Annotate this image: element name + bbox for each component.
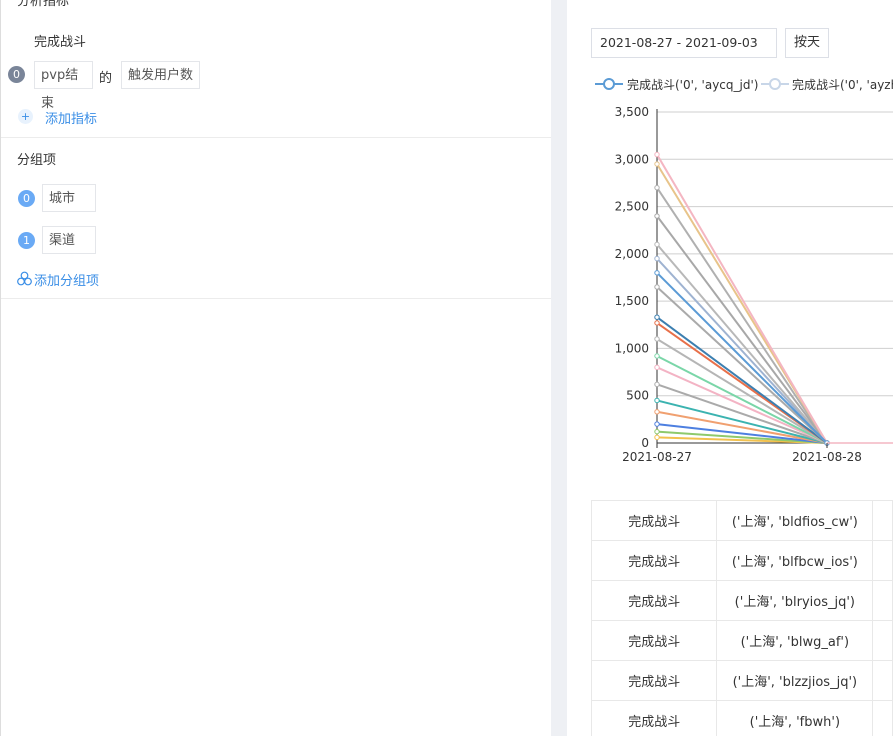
value-cell xyxy=(872,620,893,661)
value-cell xyxy=(872,540,893,581)
line-chart: 3,5003,0002,5002,0001,5001,00050002021-0… xyxy=(615,105,893,464)
group-cell: ('上海', 'blzzjios_jq') xyxy=(716,660,874,701)
group-cell: ('上海', 'fbwh') xyxy=(716,700,874,736)
table-row: 完成战斗 ('上海', 'blfbcw_ios') xyxy=(590,540,893,581)
add-metric-plus-icon[interactable]: + xyxy=(18,109,33,124)
legend-marker-icon[interactable] xyxy=(761,77,789,91)
table-row: 完成战斗 ('上海', 'bldfios_cw') xyxy=(590,500,893,541)
series-line xyxy=(656,316,828,444)
series-point xyxy=(654,161,660,167)
group-select-channel[interactable]: 渠道 xyxy=(42,226,96,254)
results-panel: 2021-08-27 - 2021-09-03 按天 完成战斗('0', 'ay… xyxy=(567,0,893,736)
metric-cell: 完成战斗 xyxy=(590,500,718,541)
x-tick-label: 2021-08-27 xyxy=(622,450,692,464)
group-section-title: 分组项 xyxy=(17,153,57,168)
table-row: 完成战斗 ('上海', 'blzzjios_jq') xyxy=(590,660,893,701)
table-row: 完成战斗 ('上海', 'blwg_af') xyxy=(590,620,893,661)
series-point xyxy=(654,364,660,371)
series-point xyxy=(654,151,660,158)
panel-gutter xyxy=(551,0,567,736)
metric-cell: 完成战斗 xyxy=(590,580,718,621)
group-cell: ('上海', 'bldfios_cw') xyxy=(716,500,874,541)
date-range-picker[interactable]: 2021-08-27 - 2021-09-03 xyxy=(591,28,777,58)
metric-connector-text: 的 xyxy=(99,71,113,86)
series-point xyxy=(654,184,660,191)
group-index-badge: 1 xyxy=(18,232,35,249)
granularity-button[interactable]: 按天 xyxy=(785,28,829,58)
series-point xyxy=(654,434,660,441)
add-metric-link[interactable]: 添加指标 xyxy=(45,108,97,127)
group-cell: ('上海', 'blfbcw_ios') xyxy=(716,540,874,581)
result-table: 完成战斗 ('上海', 'bldfios_cw') 完成战斗 ('上海', 'blfb… xyxy=(590,500,893,736)
series-point xyxy=(654,397,660,404)
y-tick-label: 1,500 xyxy=(615,294,649,308)
metric-cell: 完成战斗 xyxy=(590,540,718,581)
y-tick-label: 2,500 xyxy=(615,200,649,214)
y-tick-label: 3,000 xyxy=(615,152,649,166)
series-point xyxy=(654,409,660,415)
series-point xyxy=(654,428,660,435)
event-select[interactable]: pvp结束 xyxy=(34,61,93,111)
group-index-badge: 0 xyxy=(18,190,35,207)
group-select-city[interactable]: 城市 xyxy=(42,184,96,212)
series-point xyxy=(654,336,660,342)
metric-name[interactable]: 完成战斗 xyxy=(34,31,86,50)
metrics-section-title: 分析指标 xyxy=(17,0,70,9)
series-point xyxy=(654,421,660,427)
series-point xyxy=(654,255,660,262)
series-point xyxy=(654,241,660,248)
y-tick-label: 500 xyxy=(626,389,649,403)
legend-item[interactable]: 完成战斗('0', 'aycq_jd') xyxy=(627,76,758,93)
section-divider xyxy=(1,298,552,299)
table-row: 完成战斗 ('上海', 'fbwh') xyxy=(590,700,893,736)
y-tick-label: 0 xyxy=(641,436,649,450)
value-cell xyxy=(872,660,893,701)
value-cell xyxy=(872,700,893,736)
y-tick-label: 3,500 xyxy=(615,105,649,119)
measure-select[interactable]: 触发用户数 xyxy=(121,61,200,89)
group-cell: ('上海', 'blwg_af') xyxy=(716,620,874,661)
legend-marker-icon[interactable] xyxy=(595,77,623,91)
series-line xyxy=(656,286,828,444)
series-point xyxy=(654,213,660,219)
metric-cell: 完成战斗 xyxy=(590,620,718,661)
x-tick-label: 2021-08-28 xyxy=(792,450,862,464)
value-cell xyxy=(872,580,893,621)
y-tick-label: 2,000 xyxy=(615,247,649,261)
series-point xyxy=(654,353,660,359)
series-point xyxy=(654,381,660,388)
series-point xyxy=(654,320,660,326)
series-point xyxy=(654,314,660,320)
series-line xyxy=(656,257,828,444)
group-cell: ('上海', 'blryios_jq') xyxy=(716,580,874,621)
section-divider xyxy=(1,137,552,138)
metric-cell: 完成战斗 xyxy=(590,700,718,736)
series-point xyxy=(654,270,660,276)
value-cell xyxy=(872,500,893,541)
series-point xyxy=(654,284,660,290)
add-group-link[interactable]: 添加分组项 xyxy=(34,270,99,289)
analysis-config-panel: 分析指标 完成战斗 0 pvp结束 的 触发用户数 + 添加指标 分组项 0 城… xyxy=(0,0,552,736)
group-add-icon[interactable] xyxy=(17,271,32,286)
series-line xyxy=(656,215,828,444)
table-row: 完成战斗 ('上海', 'blryios_jq') xyxy=(590,580,893,621)
metric-cell: 完成战斗 xyxy=(590,660,718,701)
metric-index-badge: 0 xyxy=(8,66,25,83)
y-tick-label: 1,000 xyxy=(615,341,649,355)
legend-item[interactable]: 完成战斗('0', 'ayzh xyxy=(792,76,893,93)
